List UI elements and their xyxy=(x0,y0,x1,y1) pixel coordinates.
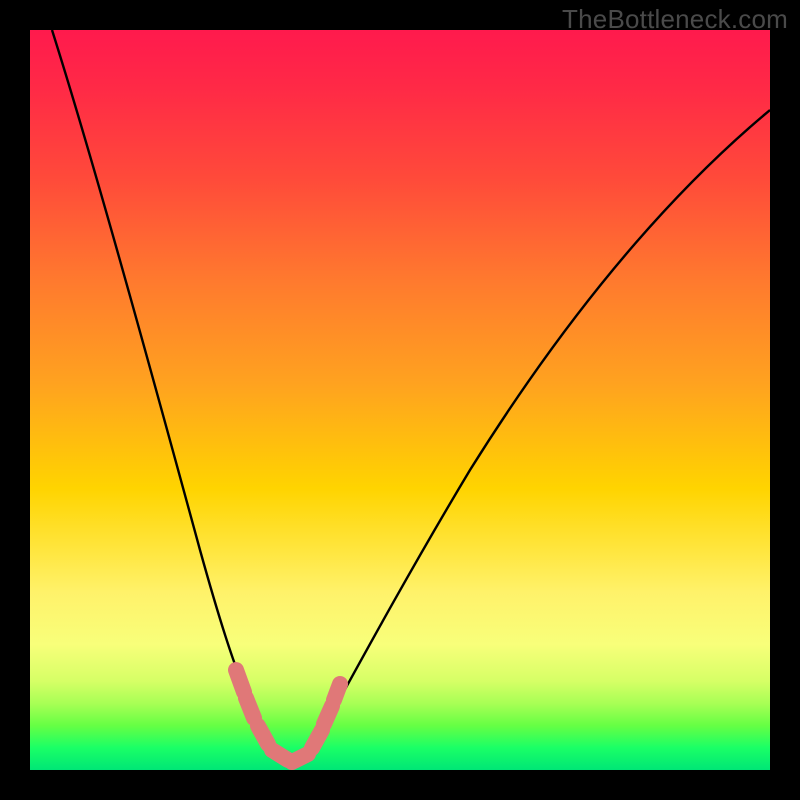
curve-svg xyxy=(30,30,770,770)
chart-frame: TheBottleneck.com xyxy=(0,0,800,800)
plot-area xyxy=(30,30,770,770)
bottleneck-curve xyxy=(52,30,770,762)
highlight-dots xyxy=(236,670,340,762)
